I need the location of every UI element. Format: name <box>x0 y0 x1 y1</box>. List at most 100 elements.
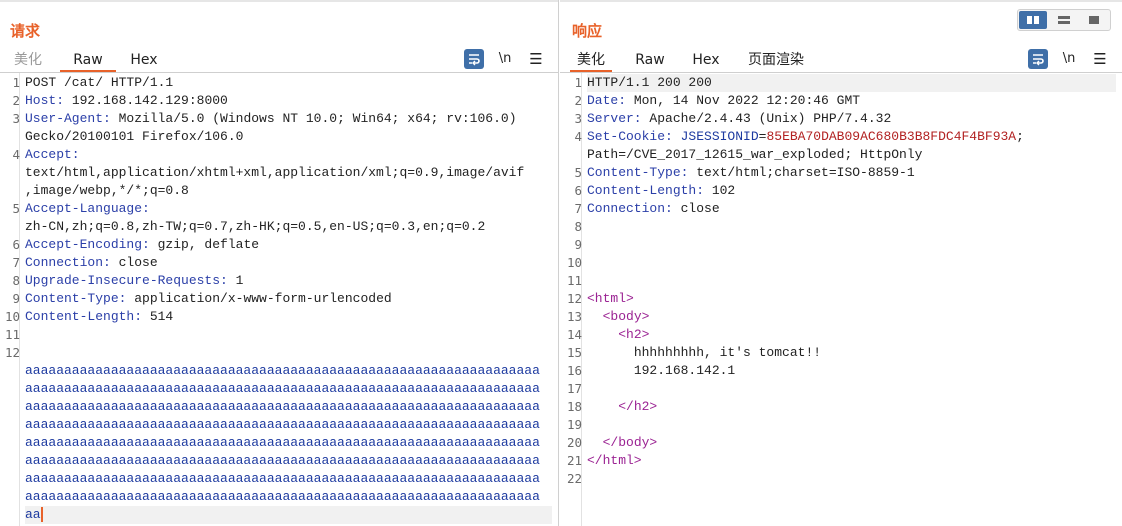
stacked-layout-icon[interactable] <box>1050 11 1078 29</box>
code-line: Host: 192.168.142.129:8000 <box>25 92 552 110</box>
code-line: Set-Cookie: JSESSIONID=85EBA70DAB09AC680… <box>587 128 1116 146</box>
response-title: 响应 <box>572 22 603 40</box>
text-cursor <box>40 507 43 523</box>
wrap-lines-icon[interactable] <box>1028 49 1048 69</box>
html-tag: <html> <box>587 291 634 306</box>
line-number: 17 <box>566 381 582 396</box>
header-value: ,image/webp,*/*;q=0.8 <box>25 183 189 198</box>
line-number: 12 <box>4 345 20 360</box>
html-tag: </h2> <box>618 399 658 414</box>
code-line: Content-Type: application/x-www-form-url… <box>25 290 552 308</box>
header-value: 514 <box>142 309 174 324</box>
code-line: aaaaaaaaaaaaaaaaaaaaaaaaaaaaaaaaaaaaaaaa… <box>25 380 552 398</box>
code-line: Server: Apache/2.4.43 (Unix) PHP/7.4.32 <box>587 110 1116 128</box>
response-pane: 响应 美化 Raw Hex 页面渲染 \n ☰ 1 HTTP/1.1 200 20… <box>560 0 1122 526</box>
line-number: 15 <box>566 345 582 360</box>
response-tab-pretty[interactable]: 美化 <box>570 48 612 72</box>
response-tab-render[interactable]: 页面渲染 <box>744 48 808 72</box>
line-number: 1 <box>574 75 582 90</box>
header-value: gzip, deflate <box>149 237 260 252</box>
request-title: 请求 <box>10 22 41 40</box>
code-line: aaaaaaaaaaaaaaaaaaaaaaaaaaaaaaaaaaaaaaaa… <box>25 362 552 380</box>
code-line: </h2> <box>587 398 1116 416</box>
line-number: 3 <box>574 111 582 126</box>
header-name: Server: <box>587 111 642 126</box>
response-tab-bar: 美化 Raw Hex 页面渲染 \n ☰ <box>560 46 1122 73</box>
line-number: 10 <box>566 255 582 270</box>
code-line: POST /cat/ HTTP/1.1 <box>25 74 552 92</box>
request-editor[interactable]: 1 POST /cat/ HTTP/1.1 2 Host: 192.168.142.1… <box>0 73 558 526</box>
line-number: 2 <box>574 93 582 108</box>
header-name: Accept-Language: <box>25 201 150 216</box>
code-line: User-Agent: Mozilla/5.0 (Windows NT 10.0… <box>25 110 552 128</box>
request-tab-pretty[interactable]: 美化 <box>8 48 48 72</box>
code-line: <h2> <box>587 326 1116 344</box>
code-line: HTTP/1.1 200 200 <box>587 74 1116 92</box>
code-line: Accept-Encoding: gzip, deflate <box>25 236 552 254</box>
html-tag: <body> <box>602 309 650 324</box>
code-line: Connection: close <box>25 254 552 272</box>
request-tab-bar: 美化 Raw Hex \n ☰ <box>0 46 558 73</box>
header-value: 1 <box>227 273 244 288</box>
header-name: Content-Type: <box>587 165 689 180</box>
header-value: Gecko/20100101 Firefox/106.0 <box>25 129 244 144</box>
code-line: aa <box>25 506 552 524</box>
line-number: 20 <box>566 435 582 450</box>
line-number: 10 <box>4 309 20 324</box>
header-name: Set-Cookie: <box>587 129 673 144</box>
body-payload: aaaaaaaaaaaaaaaaaaaaaaaaaaaaaaaaaaaaaaaa… <box>25 453 540 468</box>
single-layout-icon[interactable] <box>1080 11 1108 29</box>
request-tab-hex[interactable]: Hex <box>124 48 164 72</box>
code-line: Accept: <box>25 146 552 164</box>
header-value: Path=/CVE_2017_12615_war_exploded; HttpO… <box>587 147 923 162</box>
hamburger-menu-icon[interactable]: ☰ <box>526 49 546 69</box>
header-name: Content-Length: <box>587 183 705 198</box>
line-number: 6 <box>574 183 582 198</box>
line-number: 13 <box>566 309 582 324</box>
header-name: Content-Type: <box>25 291 127 306</box>
header-value: POST /cat/ HTTP/1.1 <box>25 75 174 90</box>
code-line: Upgrade-Insecure-Requests: 1 <box>25 272 552 290</box>
code-line: Content-Length: 102 <box>587 182 1116 200</box>
line-number: 2 <box>12 93 20 108</box>
html-text: 192.168.142.1 <box>633 363 736 378</box>
newline-toggle[interactable]: \n <box>495 49 515 69</box>
response-tab-raw[interactable]: Raw <box>630 48 670 72</box>
body-payload: aaaaaaaaaaaaaaaaaaaaaaaaaaaaaaaaaaaaaaaa… <box>25 381 540 396</box>
header-value: Mon, 14 Nov 2022 12:20:46 GMT <box>626 93 861 108</box>
side-by-side-layout-icon[interactable] <box>1019 11 1047 29</box>
code-line: Connection: close <box>587 200 1116 218</box>
response-tab-hex[interactable]: Hex <box>686 48 726 72</box>
html-text: hhhhhhhhh, it's tomcat!! <box>633 345 822 360</box>
header-name: Upgrade-Insecure-Requests: <box>25 273 228 288</box>
line-number: 5 <box>574 165 582 180</box>
header-name: User-Agent: <box>25 111 111 126</box>
line-number: 9 <box>12 291 20 306</box>
response-editor[interactable]: 1 HTTP/1.1 200 200 2 Date: Mon, 14 Nov 2022… <box>560 73 1122 526</box>
line-number: 5 <box>12 201 20 216</box>
hamburger-menu-icon[interactable]: ☰ <box>1090 49 1110 69</box>
code-line: Date: Mon, 14 Nov 2022 12:20:46 GMT <box>587 92 1116 110</box>
body-payload: aaaaaaaaaaaaaaaaaaaaaaaaaaaaaaaaaaaaaaaa… <box>25 435 540 450</box>
line-number: 21 <box>566 453 582 468</box>
line-number: 7 <box>12 255 20 270</box>
line-number: 9 <box>574 237 582 252</box>
cookie-name: JSESSIONID <box>672 129 759 144</box>
code-line: aaaaaaaaaaaaaaaaaaaaaaaaaaaaaaaaaaaaaaaa… <box>25 398 552 416</box>
request-tab-raw[interactable]: Raw <box>60 48 116 72</box>
wrap-lines-icon[interactable] <box>464 49 484 69</box>
newline-toggle[interactable]: \n <box>1059 49 1079 69</box>
header-value: HTTP/1.1 200 200 <box>587 75 712 90</box>
header-name: Accept: <box>25 147 80 162</box>
code-line: aaaaaaaaaaaaaaaaaaaaaaaaaaaaaaaaaaaaaaaa… <box>25 416 552 434</box>
header-name: Connection: <box>587 201 673 216</box>
line-number: 8 <box>12 273 20 288</box>
code-line: 192.168.142.1 <box>587 362 1116 380</box>
code-line: </html> <box>587 452 1116 470</box>
